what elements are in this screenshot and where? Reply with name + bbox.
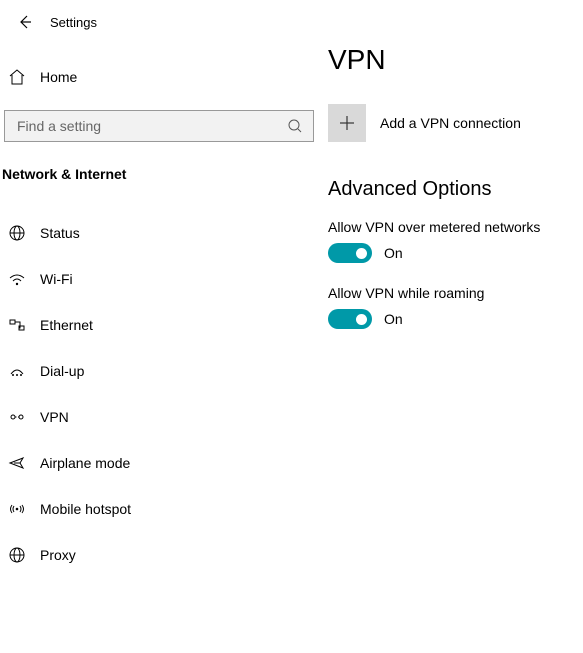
sidebar-item-dialup[interactable]: Dial-up bbox=[0, 348, 320, 394]
sidebar-item-label: Wi-Fi bbox=[40, 271, 73, 287]
search-input[interactable] bbox=[15, 117, 275, 135]
page-title: VPN bbox=[328, 44, 583, 76]
sidebar-item-wifi[interactable]: Wi-Fi bbox=[0, 256, 320, 302]
sidebar-item-hotspot[interactable]: Mobile hotspot bbox=[0, 486, 320, 532]
airplane-icon bbox=[8, 454, 26, 472]
add-vpn-label: Add a VPN connection bbox=[380, 115, 521, 131]
metered-toggle[interactable] bbox=[328, 243, 372, 263]
home-icon bbox=[8, 68, 26, 86]
sidebar-item-label: Ethernet bbox=[40, 317, 93, 333]
advanced-options-heading: Advanced Options bbox=[328, 178, 583, 201]
window-title: Settings bbox=[50, 15, 97, 30]
dialup-icon bbox=[8, 362, 26, 380]
sidebar-item-label: Mobile hotspot bbox=[40, 501, 131, 517]
roaming-state: On bbox=[384, 311, 403, 327]
sidebar-item-airplane[interactable]: Airplane mode bbox=[0, 440, 320, 486]
vpn-icon bbox=[8, 408, 26, 426]
sidebar-item-proxy[interactable]: Proxy bbox=[0, 532, 320, 578]
sidebar-item-label: Dial-up bbox=[40, 363, 84, 379]
sidebar-item-label: Proxy bbox=[40, 547, 76, 563]
metered-label: Allow VPN over metered networks bbox=[328, 219, 583, 235]
plus-icon bbox=[328, 104, 366, 142]
home-label: Home bbox=[40, 69, 77, 85]
sidebar-item-label: VPN bbox=[40, 409, 69, 425]
proxy-icon bbox=[8, 546, 26, 564]
metered-state: On bbox=[384, 245, 403, 261]
sidebar-item-status[interactable]: Status bbox=[0, 210, 320, 256]
back-icon[interactable] bbox=[16, 14, 32, 30]
wifi-icon bbox=[8, 270, 26, 288]
search-box[interactable] bbox=[4, 110, 314, 142]
category-heading: Network & Internet bbox=[0, 156, 320, 192]
globe-icon bbox=[8, 224, 26, 242]
sidebar-item-ethernet[interactable]: Ethernet bbox=[0, 302, 320, 348]
roaming-label: Allow VPN while roaming bbox=[328, 285, 583, 301]
sidebar-item-label: Airplane mode bbox=[40, 455, 130, 471]
roaming-toggle[interactable] bbox=[328, 309, 372, 329]
hotspot-icon bbox=[8, 500, 26, 518]
ethernet-icon bbox=[8, 316, 26, 334]
home-button[interactable]: Home bbox=[0, 38, 320, 100]
sidebar-item-vpn[interactable]: VPN bbox=[0, 394, 320, 440]
sidebar-item-label: Status bbox=[40, 225, 80, 241]
add-vpn-button[interactable]: Add a VPN connection bbox=[328, 104, 583, 142]
search-icon bbox=[287, 118, 303, 134]
